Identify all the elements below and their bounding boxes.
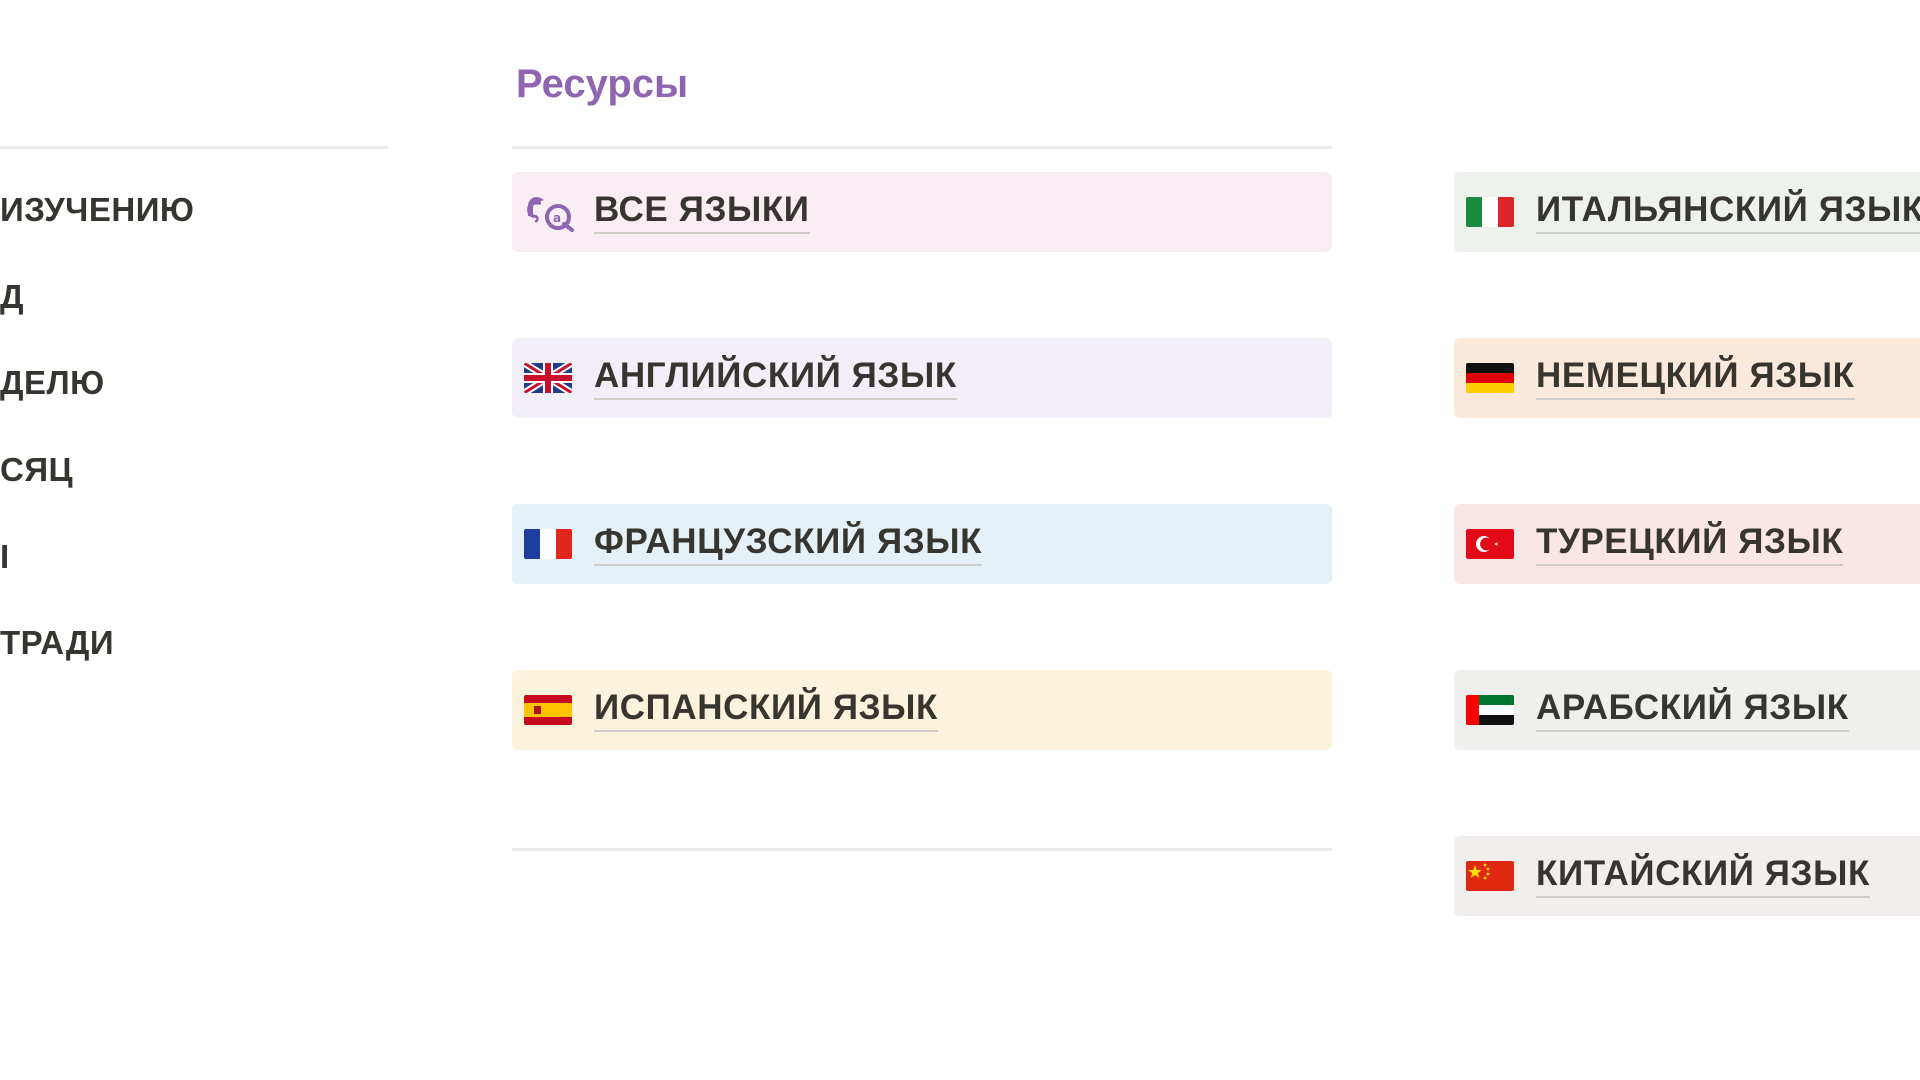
spanish-language-label: ИСПАНСКИЙ ЯЗЫК xyxy=(594,688,938,732)
svg-text:Ϛ: Ϛ xyxy=(526,199,542,224)
all-languages-link[interactable]: Ϛ a ВСЕ ЯЗЫКИ xyxy=(512,172,1332,252)
translate-icon: Ϛ a xyxy=(526,197,574,232)
italian-language-link[interactable]: ИТАЛЬЯНСКИЙ ЯЗЫК xyxy=(1454,172,1920,252)
resources-heading: Ресурсы xyxy=(516,62,689,106)
germany-flag-icon xyxy=(1466,363,1514,393)
left-link-3[interactable]: ДЕЛЮ xyxy=(0,363,105,403)
turkish-language-label: ТУРЕЦКИЙ ЯЗЫК xyxy=(1536,522,1844,566)
german-language-link[interactable]: НЕМЕЦКИЙ ЯЗЫК xyxy=(1454,338,1920,418)
left-link-label: ТРАДИ xyxy=(0,624,115,663)
all-languages-label: ВСЕ ЯЗЫКИ xyxy=(594,190,810,234)
left-link-label: СЯЦ xyxy=(0,451,74,490)
spain-flag-icon xyxy=(524,695,572,725)
turkey-flag-icon xyxy=(1466,529,1514,559)
left-divider xyxy=(0,146,388,149)
italy-flag-icon xyxy=(1466,197,1514,227)
left-link-1[interactable]: ИЗУЧЕНИЮ xyxy=(0,190,195,230)
spanish-language-link[interactable]: ИСПАНСКИЙ ЯЗЫК xyxy=(512,670,1332,750)
resources-top-divider xyxy=(512,146,1332,149)
german-language-label: НЕМЕЦКИЙ ЯЗЫК xyxy=(1536,356,1855,400)
left-link-6[interactable]: ТРАДИ xyxy=(0,623,115,663)
china-flag-icon xyxy=(1466,861,1514,891)
arabic-language-link[interactable]: АРАБСКИЙ ЯЗЫК xyxy=(1454,670,1920,750)
arabic-language-label: АРАБСКИЙ ЯЗЫК xyxy=(1536,688,1849,732)
english-language-link[interactable]: АНГЛИЙСКИЙ ЯЗЫК xyxy=(512,338,1332,418)
left-link-label: І xyxy=(0,538,10,577)
left-link-5[interactable]: І xyxy=(0,537,10,577)
left-link-4[interactable]: СЯЦ xyxy=(0,450,74,490)
svg-text:a: a xyxy=(553,211,561,225)
left-link-2[interactable]: Д xyxy=(0,277,25,317)
resources-bottom-divider xyxy=(512,848,1332,851)
french-language-link[interactable]: ФРАНЦУЗСКИЙ ЯЗЫК xyxy=(512,504,1332,584)
italian-language-label: ИТАЛЬЯНСКИЙ ЯЗЫК xyxy=(1536,190,1920,234)
turkish-language-link[interactable]: ТУРЕЦКИЙ ЯЗЫК xyxy=(1454,504,1920,584)
left-link-label: ДЕЛЮ xyxy=(0,364,105,403)
left-link-label: ИЗУЧЕНИЮ xyxy=(0,191,195,230)
france-flag-icon xyxy=(524,529,572,559)
chinese-language-label: КИТАЙСКИЙ ЯЗЫК xyxy=(1536,854,1870,898)
uk-flag-icon xyxy=(524,363,572,393)
chinese-language-link[interactable]: КИТАЙСКИЙ ЯЗЫК xyxy=(1454,836,1920,916)
uae-flag-icon xyxy=(1466,695,1514,725)
english-language-label: АНГЛИЙСКИЙ ЯЗЫК xyxy=(594,356,957,400)
left-link-label: Д xyxy=(0,278,25,317)
french-language-label: ФРАНЦУЗСКИЙ ЯЗЫК xyxy=(594,522,983,566)
